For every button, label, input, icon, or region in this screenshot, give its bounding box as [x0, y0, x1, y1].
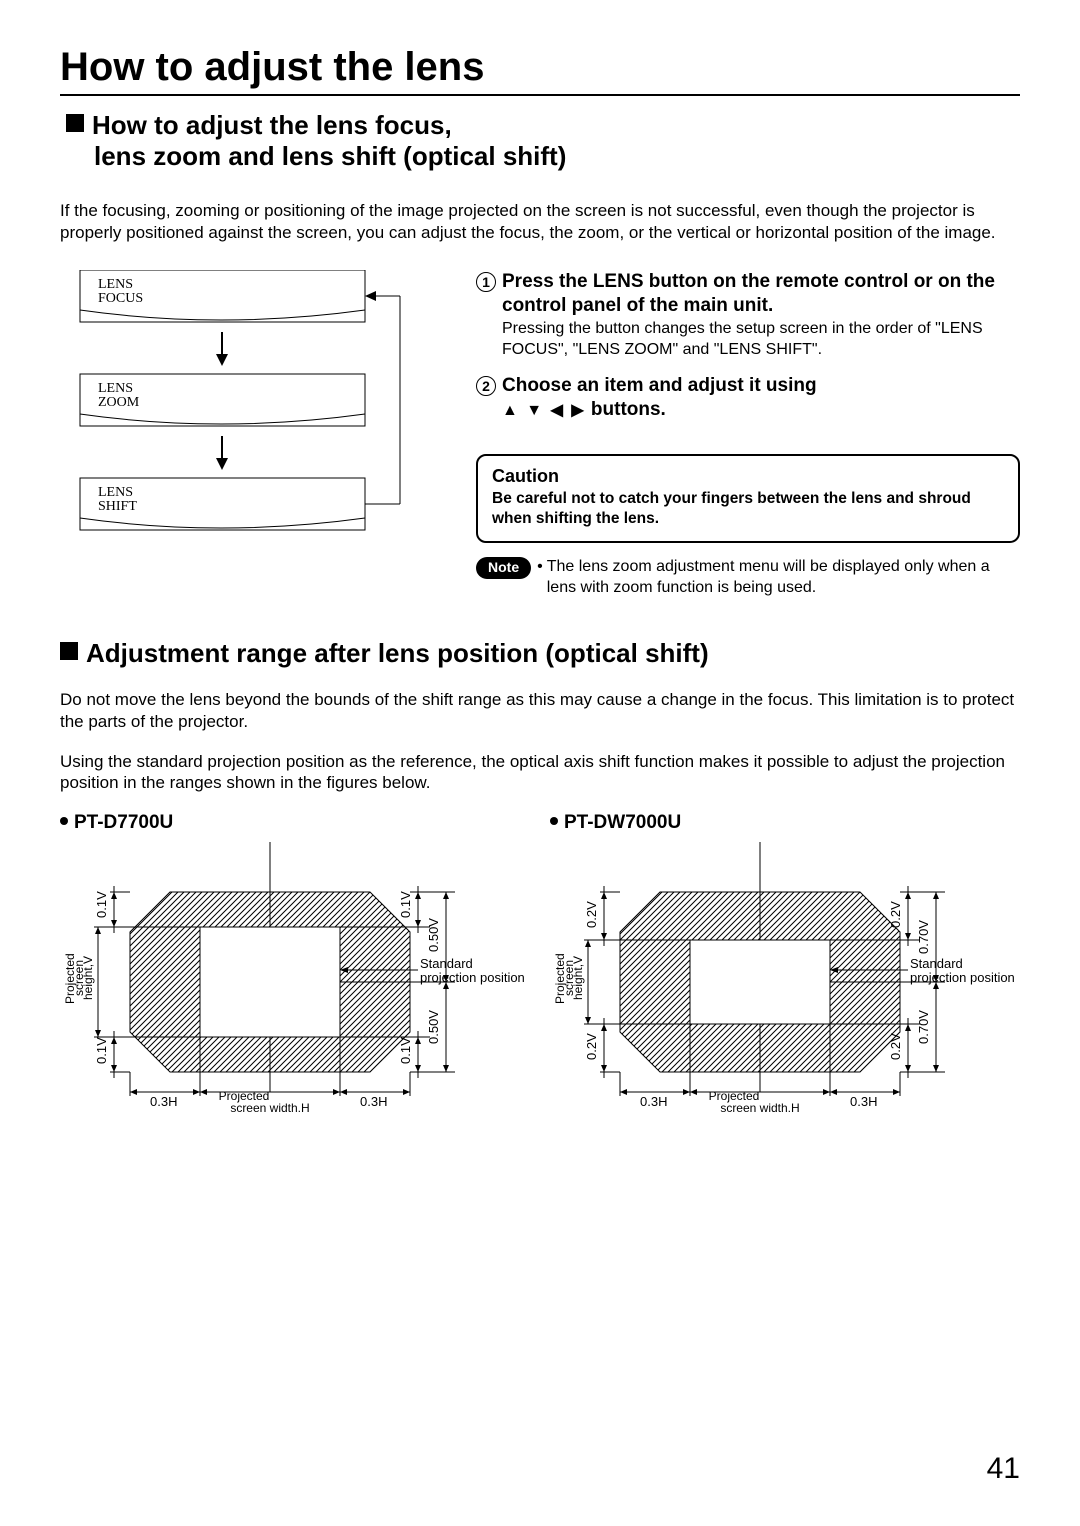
svg-text:0.70V: 0.70V — [916, 1010, 931, 1044]
model-d7700u: PT-D7700U — [60, 812, 530, 1112]
step-1-title: Press the LENS button on the remote cont… — [502, 270, 1020, 318]
model1-title: PT-D7700U — [74, 812, 173, 833]
svg-text:Standard: Standard — [420, 956, 473, 971]
svg-text:LENS: LENS — [98, 485, 133, 500]
model-dw7000u: PT-DW7000U — [550, 812, 1020, 1112]
svg-text:SHIFT: SHIFT — [98, 499, 137, 514]
svg-text:LENS: LENS — [98, 381, 133, 396]
svg-text:projection position: projection position — [420, 970, 525, 985]
step-number-2-icon: 2 — [476, 376, 496, 396]
lens-flow-diagram: LENS FOCUS LENS ZOOM LENS SHIFT — [60, 270, 440, 555]
section1-heading-line2: lens zoom and lens shift (optical shift) — [94, 141, 566, 171]
shift-range-diagram-1: 0.1V 0.1V — [60, 842, 530, 1112]
section2-p1: Do not move the lens beyond the bounds o… — [60, 689, 1020, 733]
step-2-title-b: buttons. — [591, 399, 666, 420]
step-1: 1 Press the LENS button on the remote co… — [476, 270, 1020, 360]
svg-text:ZOOM: ZOOM — [98, 395, 140, 410]
svg-text:0.50V: 0.50V — [426, 918, 441, 952]
caution-body: Be careful not to catch your fingers bet… — [492, 489, 1004, 529]
svg-text:projection position: projection position — [910, 970, 1015, 985]
svg-text:0.3H: 0.3H — [150, 1094, 177, 1109]
step-2-title-a: Choose an item and adjust it using — [502, 375, 817, 396]
note-pill: Note — [476, 557, 531, 579]
bullet-dot-icon: • — [537, 557, 543, 577]
svg-text:0.1V: 0.1V — [398, 891, 413, 918]
svg-text:0.2V: 0.2V — [888, 1033, 903, 1060]
svg-text:height,V: height,V — [571, 956, 585, 1000]
bullet-dot-icon — [550, 817, 558, 825]
note-text: The lens zoom adjustment menu will be di… — [547, 557, 1020, 598]
caution-title: Caution — [492, 466, 1004, 487]
svg-text:0.2V: 0.2V — [584, 1033, 599, 1060]
svg-text:0.3H: 0.3H — [360, 1094, 387, 1109]
bullet-dot-icon — [60, 817, 68, 825]
svg-text:screen width,H: screen width,H — [230, 1101, 309, 1112]
step-1-body: Pressing the button changes the setup sc… — [502, 319, 1020, 360]
section1-heading: How to adjust the lens focus, lens zoom … — [66, 110, 1020, 172]
arrow-buttons-icon: ▲ ▼ ◀ ▶ — [502, 402, 586, 419]
step-2: 2 Choose an item and adjust it using ▲ ▼… — [476, 374, 1020, 422]
bullet-square-icon — [60, 642, 78, 660]
section2-p2: Using the standard projection position a… — [60, 751, 1020, 795]
svg-text:0.1V: 0.1V — [398, 1037, 413, 1064]
svg-text:height,V: height,V — [81, 956, 95, 1000]
caution-box: Caution Be careful not to catch your fin… — [476, 454, 1020, 543]
svg-text:LENS: LENS — [98, 277, 133, 292]
model2-title: PT-DW7000U — [564, 812, 681, 833]
page-number: 41 — [987, 1452, 1020, 1486]
svg-text:FOCUS: FOCUS — [98, 291, 143, 306]
svg-text:Standard: Standard — [910, 956, 963, 971]
shift-range-diagram-2: 0.2V 0.2V — [550, 842, 1020, 1112]
svg-text:0.70V: 0.70V — [916, 920, 931, 954]
svg-text:0.3H: 0.3H — [850, 1094, 877, 1109]
svg-text:0.1V: 0.1V — [94, 1037, 109, 1064]
svg-text:0.1V: 0.1V — [94, 891, 109, 918]
svg-text:0.2V: 0.2V — [888, 901, 903, 928]
bullet-square-icon — [66, 114, 84, 132]
svg-text:0.50V: 0.50V — [426, 1010, 441, 1044]
note-row: Note • The lens zoom adjustment menu wil… — [476, 557, 1020, 598]
svg-text:screen width,H: screen width,H — [720, 1101, 799, 1112]
svg-text:0.3H: 0.3H — [640, 1094, 667, 1109]
step-number-1-icon: 1 — [476, 272, 496, 292]
section1-intro: If the focusing, zooming or positioning … — [60, 200, 1020, 244]
svg-text:0.2V: 0.2V — [584, 901, 599, 928]
section2-heading: Adjustment range after lens position (op… — [60, 638, 1020, 669]
page-title: How to adjust the lens — [60, 45, 1020, 96]
section1-heading-line1: How to adjust the lens focus, — [92, 110, 452, 140]
section2-heading-text: Adjustment range after lens position (op… — [86, 638, 709, 668]
